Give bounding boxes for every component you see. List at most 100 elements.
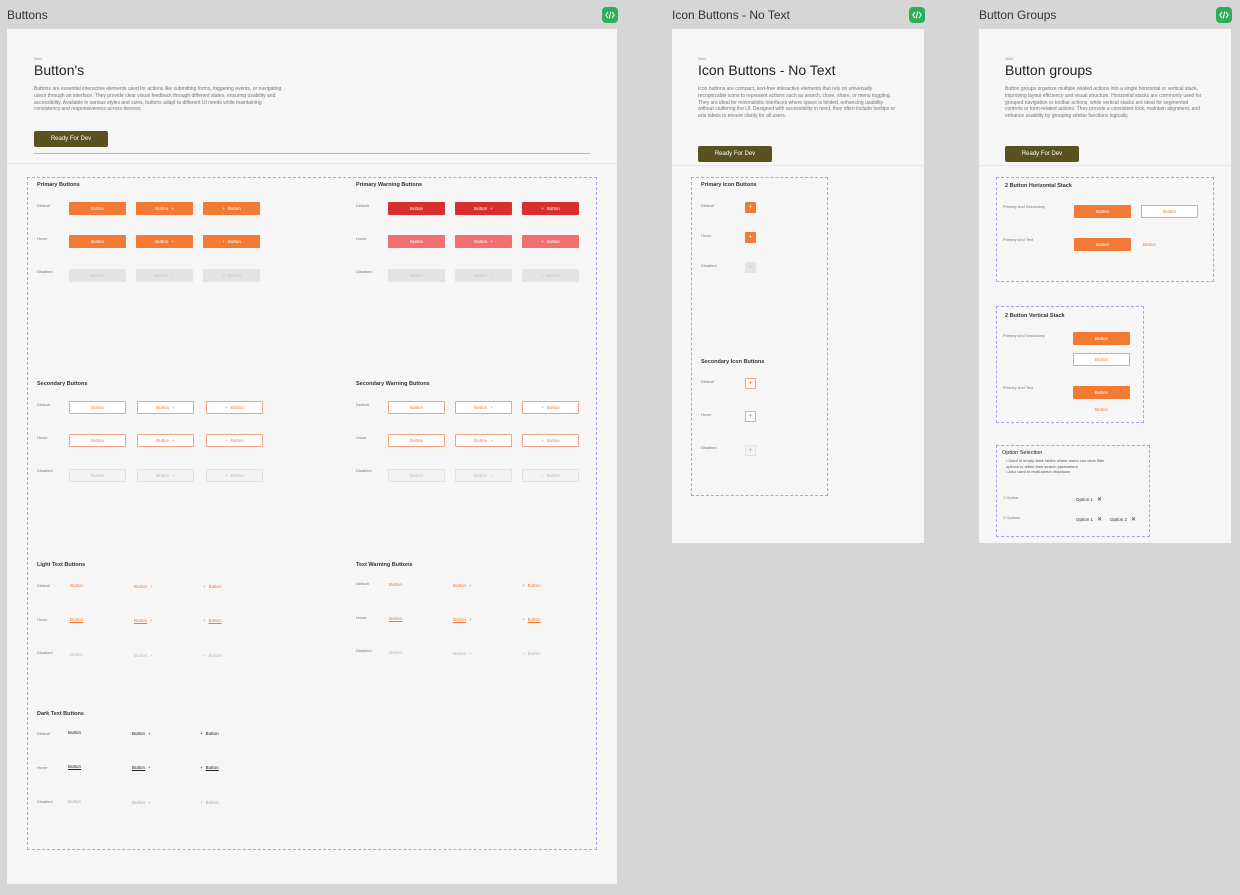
secondary-button-trailing-icon-disabled: Button +: [137, 469, 194, 482]
plus-icon[interactable]: +: [745, 378, 756, 389]
warning-button[interactable]: Button: [388, 202, 445, 215]
plus-icon[interactable]: +: [745, 232, 756, 243]
secondary-button-trailing-icon-hover[interactable]: Button +: [137, 434, 194, 447]
plus-icon: +: [172, 405, 175, 410]
light-text-button-leading-icon[interactable]: + Button: [203, 584, 222, 589]
warning-button-leading-icon-disabled: + Button: [522, 269, 579, 282]
warning-button-trailing-icon[interactable]: Button +: [455, 202, 512, 215]
plus-icon: +: [541, 239, 544, 244]
secondary-warning-button-leading-icon[interactable]: + Button: [522, 401, 579, 414]
status-badge[interactable]: Ready For Dev: [698, 146, 772, 162]
option-chip[interactable]: Option 2 ✕: [1110, 516, 1136, 523]
dark-text-button[interactable]: Button: [68, 730, 81, 735]
code-icon[interactable]: [602, 7, 618, 23]
code-icon[interactable]: [909, 7, 925, 23]
warning-button-trailing-icon-hover[interactable]: Button +: [455, 235, 512, 248]
plus-icon: +: [490, 273, 493, 278]
section-title: Light Text Buttons: [37, 562, 86, 568]
primary-button[interactable]: Button: [1073, 386, 1130, 399]
state-label: Hover: [356, 615, 367, 620]
warning-button-leading-icon[interactable]: + Button: [522, 202, 579, 215]
plus-icon: +: [203, 618, 206, 623]
section-title: Primary Icon Buttons: [701, 182, 757, 188]
text-warning-button-leading-icon[interactable]: + Button: [522, 583, 541, 588]
secondary-warning-button[interactable]: Button: [388, 401, 445, 414]
light-text-button-disabled: Button: [70, 652, 84, 657]
secondary-button-leading-icon[interactable]: + Button: [206, 401, 263, 414]
option-chip[interactable]: Option 1 ✕: [1076, 516, 1102, 523]
primary-button[interactable]: Button: [1074, 238, 1131, 251]
option-chip[interactable]: Option 1 ✕: [1076, 496, 1102, 503]
text-warning-button-leading-icon-hover[interactable]: + Button: [522, 617, 541, 622]
text-warning-button-hover[interactable]: Button: [389, 616, 402, 621]
state-label: Disabled: [37, 799, 53, 804]
state-label: Disabled: [356, 269, 372, 274]
primary-button-disabled: Button: [69, 269, 126, 282]
secondary-button-trailing-icon[interactable]: Button +: [137, 401, 194, 414]
code-icon[interactable]: [1216, 7, 1232, 23]
dark-text-button-leading-icon[interactable]: + Button: [200, 731, 219, 736]
primary-button[interactable]: Button: [1074, 205, 1131, 218]
primary-button-leading-icon[interactable]: + Button: [203, 202, 260, 215]
text-button[interactable]: Button: [1143, 242, 1156, 247]
primary-button-hover[interactable]: Button: [69, 235, 126, 248]
light-text-button-trailing-icon[interactable]: Button +: [134, 584, 153, 589]
plus-icon[interactable]: +: [745, 202, 756, 213]
plus-icon: +: [200, 765, 203, 770]
close-icon[interactable]: ✕: [1097, 496, 1102, 503]
secondary-button[interactable]: Button: [69, 401, 126, 414]
plus-icon: +: [745, 262, 756, 273]
secondary-button-leading-icon-hover[interactable]: + Button: [206, 434, 263, 447]
text-warning-button-trailing-icon[interactable]: Button +: [453, 583, 472, 588]
group-label: Primary And Secondary: [1003, 204, 1046, 209]
dark-text-button-leading-icon-hover[interactable]: + Button: [200, 765, 219, 770]
text-warning-button-trailing-icon-hover[interactable]: Button +: [453, 617, 472, 622]
status-badge[interactable]: Ready For Dev: [1005, 146, 1079, 162]
light-text-button-hover[interactable]: Button: [70, 617, 83, 622]
secondary-warning-button-hover[interactable]: Button: [388, 434, 445, 447]
state-label: Default: [701, 203, 714, 208]
state-label: Disabled: [356, 648, 372, 653]
primary-button-trailing-icon-hover[interactable]: Button +: [136, 235, 193, 248]
state-label: Hover: [356, 435, 367, 440]
dark-text-button-hover[interactable]: Button: [68, 764, 81, 769]
warning-button-hover[interactable]: Button: [388, 235, 445, 248]
warning-button-leading-icon-hover[interactable]: + Button: [522, 235, 579, 248]
text-warning-button[interactable]: Button: [389, 582, 402, 587]
dark-text-button-leading-icon-disabled: + Button: [200, 800, 219, 805]
frame-title-button-groups[interactable]: Button Groups: [979, 8, 1056, 22]
light-text-button-trailing-icon-hover[interactable]: Button +: [134, 618, 153, 623]
plus-icon[interactable]: +: [745, 411, 756, 422]
secondary-button[interactable]: Button: [1141, 205, 1198, 218]
primary-button-trailing-icon[interactable]: Button +: [136, 202, 193, 215]
section-title: Secondary Buttons: [37, 381, 88, 387]
primary-button[interactable]: Button: [1073, 332, 1130, 345]
status-badge[interactable]: Ready For Dev: [34, 131, 108, 147]
frame-title-buttons[interactable]: Buttons: [7, 8, 48, 22]
state-label: Disabled: [37, 468, 53, 473]
secondary-button[interactable]: Button: [1073, 353, 1130, 366]
state-label: Default: [37, 203, 50, 208]
state-label: Hover: [37, 765, 48, 770]
light-text-button-leading-icon-hover[interactable]: + Button: [203, 618, 222, 623]
secondary-warning-button-trailing-icon-disabled: Button +: [455, 469, 512, 482]
dark-text-button-trailing-icon[interactable]: Button +: [132, 731, 151, 736]
close-icon[interactable]: ✕: [1097, 516, 1102, 523]
divider: [34, 153, 590, 154]
secondary-warning-button-trailing-icon-hover[interactable]: Button +: [455, 434, 512, 447]
frame-title-icon-buttons[interactable]: Icon Buttons - No Text: [672, 8, 790, 22]
state-label: Default: [37, 402, 50, 407]
text-button[interactable]: Button: [1095, 407, 1108, 412]
secondary-button-hover[interactable]: Button: [69, 434, 126, 447]
dark-text-button-trailing-icon-hover[interactable]: Button +: [132, 765, 151, 770]
plus-icon: +: [541, 438, 544, 443]
state-label: Hover: [356, 236, 367, 241]
plus-icon: +: [172, 473, 175, 478]
secondary-warning-button-trailing-icon[interactable]: Button +: [455, 401, 512, 414]
primary-button-leading-icon-hover[interactable]: + Button: [203, 235, 260, 248]
option-count-label: 2 Options: [1003, 515, 1021, 520]
primary-button[interactable]: Button: [69, 202, 126, 215]
close-icon[interactable]: ✕: [1131, 516, 1136, 523]
light-text-button[interactable]: Button: [70, 583, 83, 588]
secondary-warning-button-leading-icon-hover[interactable]: + Button: [522, 434, 579, 447]
